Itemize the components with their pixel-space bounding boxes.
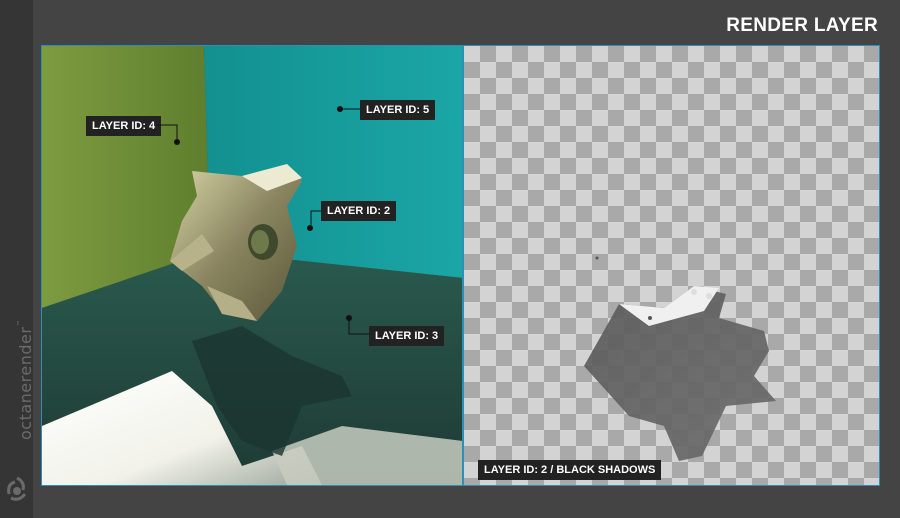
page-title: RENDER LAYER [726,15,878,36]
shadow-layer-panel: LAYER ID: 2 / BLACK SHADOWS [464,46,879,485]
layer-id-3-label: LAYER ID: 3 [369,326,445,346]
shadow-layer-render [584,256,776,461]
layer-id-5-leader [342,108,362,110]
brand-trademark: ™ [16,319,24,327]
beauty-render-panel: LAYER ID: 4 LAYER ID: 5 LAYER ID: 2 LAYE… [42,46,463,485]
layer-id-5-label: LAYER ID: 5 [360,100,436,120]
layer-id-4-marker [174,139,180,145]
sidebar: octanerender™ [0,0,35,518]
shadow-layer-label: LAYER ID: 2 / BLACK SHADOWS [478,460,662,480]
octane-logo-icon [7,476,27,501]
render-frame: LAYER ID: 4 LAYER ID: 5 LAYER ID: 2 LAYE… [41,45,880,486]
layer-id-2-label: LAYER ID: 2 [321,201,397,221]
brand-wordmark: octanerender™ [16,319,35,440]
brand-name: octanerender [16,326,35,440]
layer-id-4-label: LAYER ID: 4 [86,116,162,136]
